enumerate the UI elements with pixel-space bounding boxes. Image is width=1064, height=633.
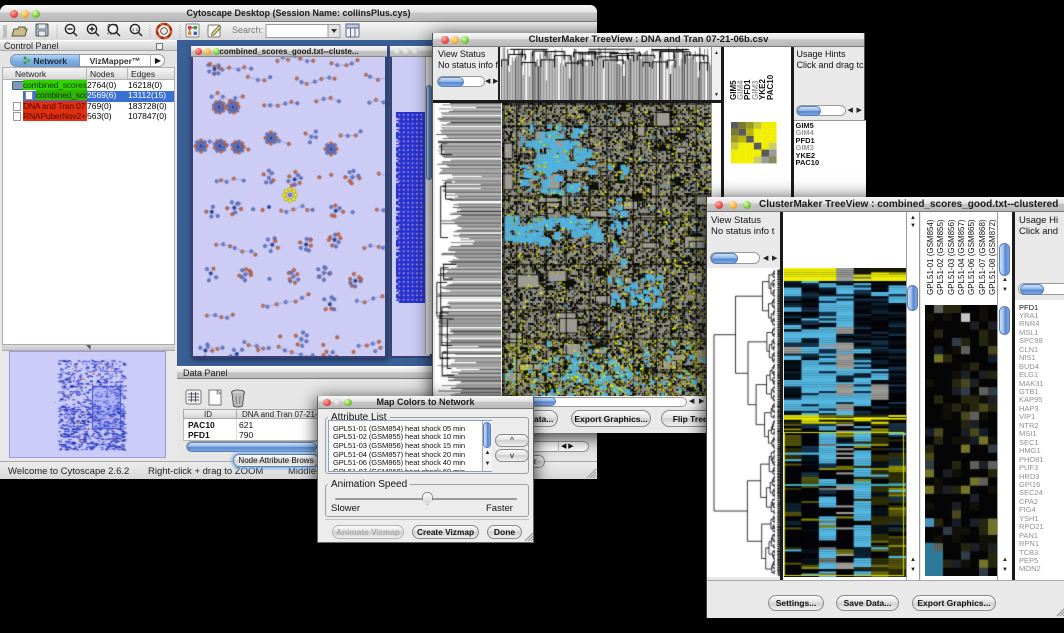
svg-text:Search:: Search: [232,25,263,35]
svg-text:1:1: 1:1 [132,27,139,32]
